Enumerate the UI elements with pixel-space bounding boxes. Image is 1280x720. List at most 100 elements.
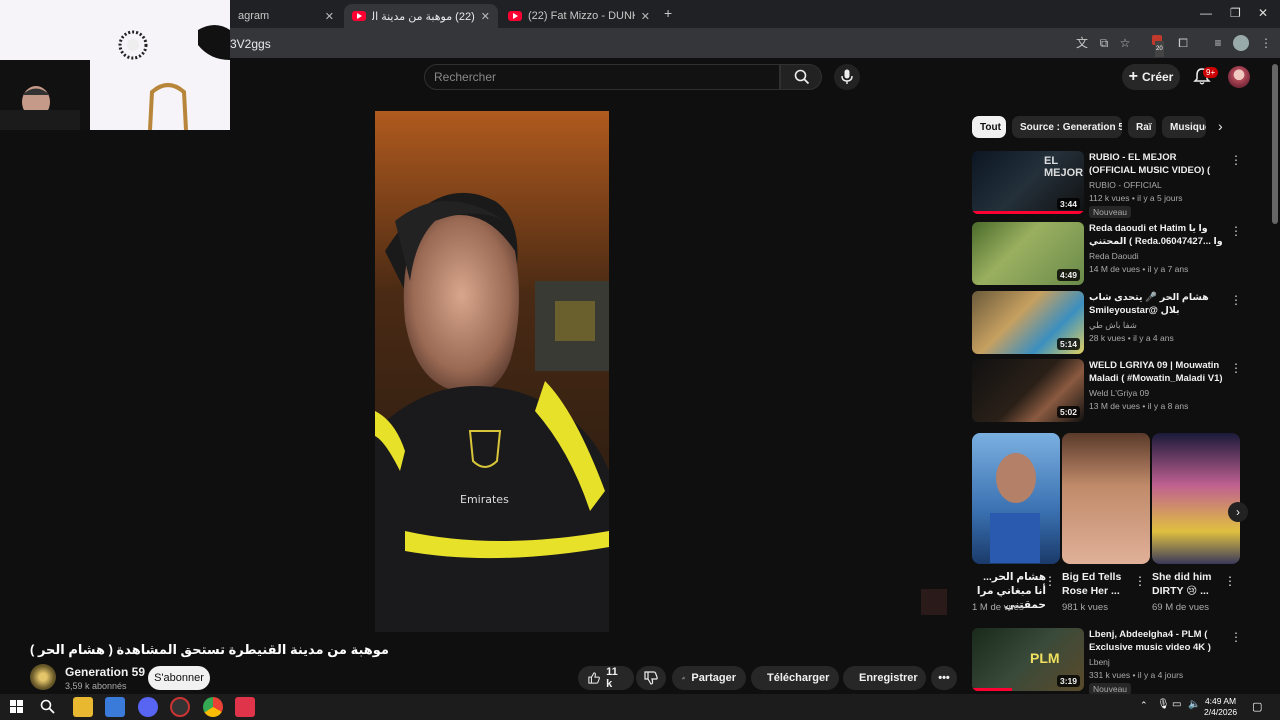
video-title: Lbenj, Abdeelgha4 - PLM ( Exclusive musi… (1089, 629, 1211, 653)
discord-icon[interactable] (138, 697, 158, 717)
thumbs-down-icon (644, 671, 658, 685)
translate-icon[interactable]: 文 (1074, 35, 1090, 51)
search-input[interactable]: Rechercher (434, 70, 496, 84)
more-actions-button[interactable]: ••• (931, 666, 957, 690)
short-views: 981 k vues (1062, 602, 1108, 613)
recommendation-item[interactable]: PLM 3:19 Lbenj, Abdeelgha4 - PLM ( Exclu… (972, 628, 1242, 695)
channel-name: شفا باش طي (1089, 320, 1137, 330)
short-title: Big Ed Tells Rose Her ... (1062, 571, 1122, 597)
chip-source[interactable]: Source : Generation 59 (1012, 116, 1122, 138)
more-vertical-icon[interactable]: ⋮ (1224, 574, 1236, 588)
youtube-favicon-icon (508, 11, 522, 21)
video-title: Reda daoudi et Hatim وا يا المحتني ( Red… (1089, 223, 1223, 247)
more-vertical-icon[interactable]: ⋮ (1044, 574, 1056, 588)
more-vertical-icon[interactable]: ⋮ (1230, 224, 1242, 238)
search-icon[interactable] (40, 699, 55, 714)
more-vertical-icon[interactable]: ⋮ (1230, 153, 1242, 167)
puzzle-icon[interactable]: ⧠ (1175, 35, 1191, 51)
microphone-icon[interactable]: 🎙 (1157, 699, 1170, 710)
chip-all[interactable]: Tout (972, 116, 1006, 138)
recommendation-item[interactable]: EL MEJOR 3:44 RUBIO - EL MEJOR (OFFICIAL… (972, 151, 1242, 218)
webcam-overlay (0, 0, 230, 130)
tab-fat-mizzo[interactable]: (22) Fat Mizzo - DUNK (w/ Lyric ✕ (500, 4, 658, 28)
watch-progress-bar (972, 688, 1012, 691)
video-player[interactable]: Emirates (375, 111, 609, 632)
channel-name[interactable]: Generation 59 (65, 665, 145, 679)
tab-current-video[interactable]: (22) موهبة من مدينة القنيطرة ✕ (344, 4, 498, 28)
account-avatar[interactable] (1228, 66, 1250, 88)
video-meta: 28 k vues • il y a 4 ans (1089, 333, 1174, 343)
close-window-icon[interactable]: ✕ (1258, 6, 1268, 20)
share-icon (682, 676, 686, 680)
network-icon[interactable]: ▭ (1172, 699, 1181, 710)
plus-icon: + (1128, 68, 1138, 85)
recommendation-item[interactable]: 5:02 WELD LGRIYA 09 | Mouwatin Maladi ( … (972, 359, 1242, 423)
like-button[interactable]: 11 k (578, 666, 634, 690)
short-thumbnail[interactable] (1062, 433, 1150, 564)
close-icon[interactable]: ✕ (641, 10, 650, 23)
tab-instagram[interactable]: agram ✕ (230, 4, 342, 28)
minimize-icon[interactable]: — (1200, 6, 1212, 20)
volume-icon[interactable]: 🔈 (1188, 699, 1200, 710)
duration-badge: 4:49 (1056, 269, 1080, 281)
more-vertical-icon[interactable]: ⋮ (1230, 630, 1242, 644)
obs-icon[interactable] (170, 697, 190, 717)
more-vertical-icon[interactable]: ⋮ (1230, 293, 1242, 307)
chevron-up-icon[interactable]: ⌃ (1140, 700, 1148, 711)
bookmark-star-icon[interactable]: ☆ (1117, 35, 1133, 51)
voice-search-button[interactable] (834, 64, 860, 90)
save-button[interactable]: Enregistrer (843, 666, 926, 690)
system-clock[interactable]: 4:49 AM 2/4/2026 (1204, 696, 1237, 718)
subscribe-button[interactable]: S'abonner (148, 666, 210, 690)
media-controls-icon[interactable]: ≡ (1210, 35, 1226, 51)
jersey-sponsor-text: Emirates (460, 493, 509, 506)
cast-icon[interactable]: ⧉ (1096, 35, 1112, 51)
os-taskbar (0, 694, 1280, 720)
save-label: Enregistrer (859, 672, 918, 684)
short-views: 1 M de vues (972, 602, 1024, 613)
dislike-button[interactable] (636, 666, 666, 690)
video-frame-image: Emirates (375, 111, 609, 632)
short-thumbnail[interactable] (1152, 433, 1240, 564)
url-field[interactable]: 3V2ggs (230, 37, 271, 51)
channel-avatar[interactable] (30, 664, 56, 690)
video-meta: 331 k vues • il y a 4 jours (1089, 670, 1184, 680)
chapter-thumbnail[interactable] (921, 589, 947, 615)
duration-badge: 5:02 (1056, 406, 1080, 418)
download-button[interactable]: Télécharger (751, 666, 839, 690)
chrome-icon[interactable] (203, 697, 223, 717)
chevron-right-icon[interactable]: › (1218, 118, 1223, 134)
search-icon (794, 69, 810, 85)
chip-rai[interactable]: Raï (1128, 116, 1156, 138)
more-vertical-icon[interactable]: ⋮ (1230, 361, 1242, 375)
share-button[interactable]: Partager (672, 666, 746, 690)
windows-start-icon[interactable] (10, 700, 23, 713)
like-count: 11 k (606, 666, 618, 690)
restore-icon[interactable]: ❐ (1230, 6, 1241, 20)
store-icon[interactable] (105, 697, 125, 717)
search-button[interactable] (780, 64, 822, 90)
video-title: موهبة من مدينة القنيطرة تستحق المشاهدة (… (30, 642, 389, 657)
video-meta: 14 M de vues • il y a 7 ans (1089, 264, 1189, 274)
profile-icon[interactable] (1233, 35, 1249, 51)
chip-music[interactable]: Musique (1162, 116, 1206, 138)
recommendation-item[interactable]: 4:49 Reda daoudi et Hatim وا يا المحتني … (972, 222, 1242, 286)
page-scrollbar[interactable] (1272, 64, 1278, 224)
recommendation-item[interactable]: 5:14 هشام الحر 🎤 يتحدى شاب Smileyoustar@… (972, 291, 1242, 355)
file-explorer-icon[interactable] (73, 697, 93, 717)
extension-icon[interactable]: 20 (1152, 35, 1168, 57)
share-label: Partager (691, 672, 736, 684)
close-icon[interactable]: ✕ (481, 10, 490, 23)
notification-center-icon[interactable]: ▢ (1252, 700, 1262, 713)
new-tab-button[interactable]: + (664, 5, 672, 21)
shorts-next-chevron-icon[interactable]: › (1228, 502, 1248, 522)
clock-time: 4:49 AM (1204, 696, 1237, 706)
more-horizontal-icon: ••• (938, 672, 950, 684)
menu-kebab-icon[interactable]: ⋮ (1258, 35, 1274, 51)
create-button[interactable]: + Créer (1122, 64, 1180, 90)
close-icon[interactable]: ✕ (325, 10, 334, 23)
app-icon[interactable] (235, 697, 255, 717)
video-meta: 13 M de vues • il y a 8 ans (1089, 401, 1189, 411)
short-thumbnail[interactable] (972, 433, 1060, 564)
more-vertical-icon[interactable]: ⋮ (1134, 574, 1146, 588)
